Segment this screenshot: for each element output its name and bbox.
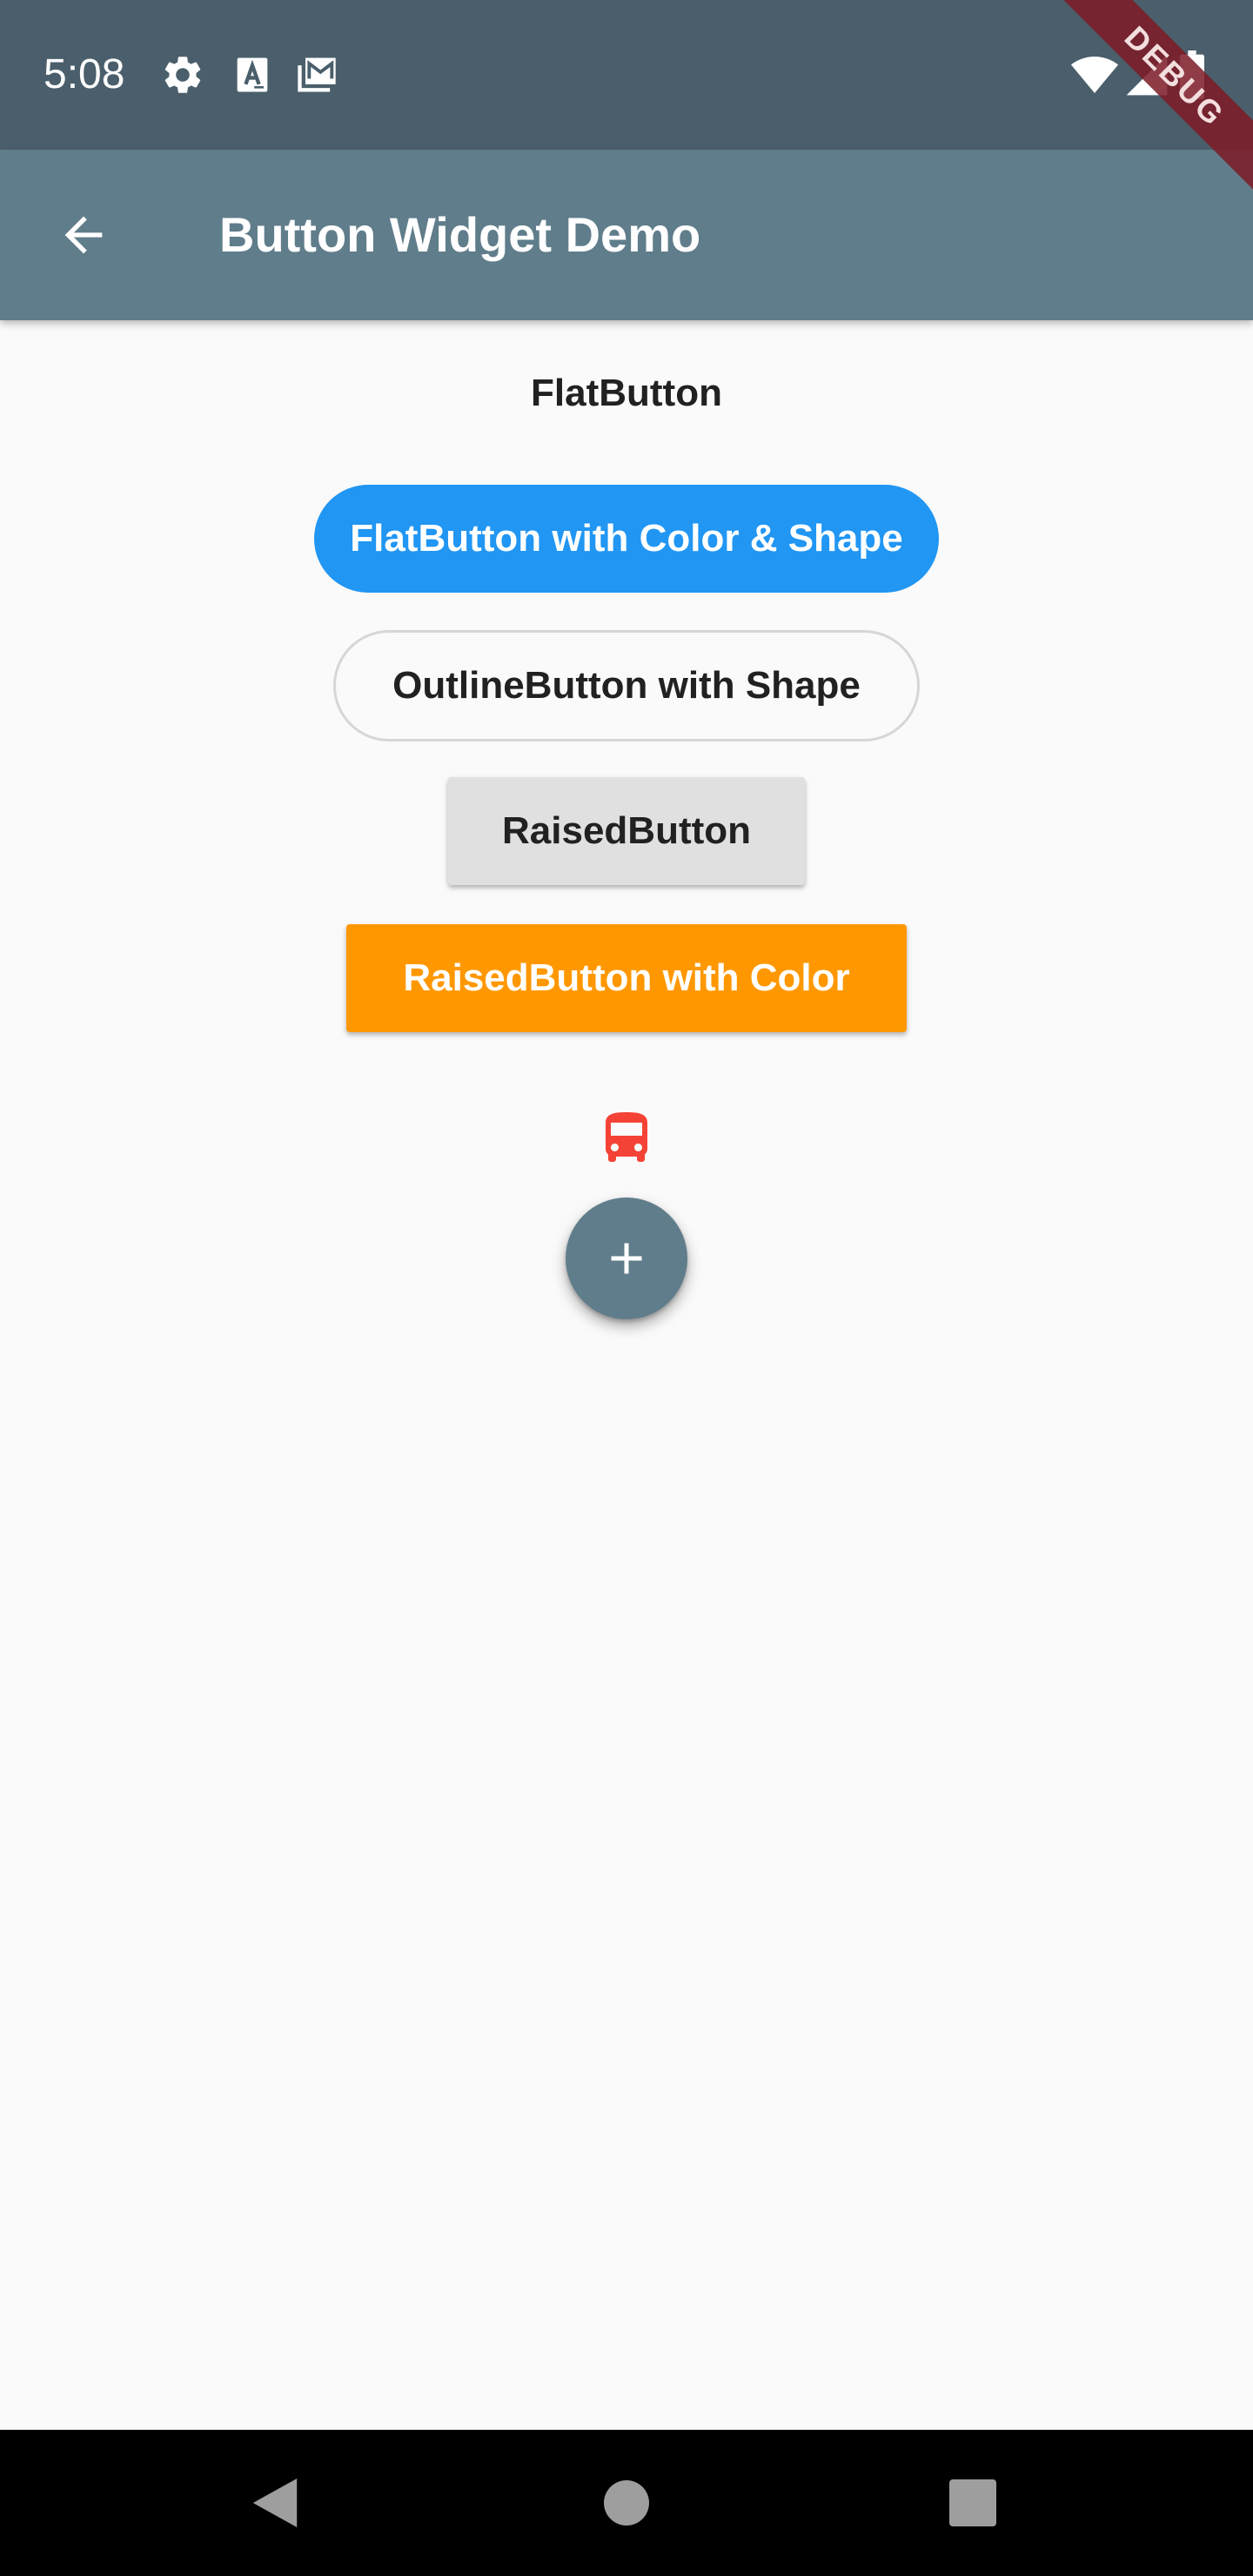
raised-button[interactable]: RaisedButton bbox=[448, 777, 805, 885]
arrow-back-icon bbox=[64, 216, 103, 254]
outline-shape-button[interactable]: OutlineButton with Shape bbox=[333, 630, 920, 741]
directions-bus-icon bbox=[606, 1112, 647, 1162]
system-nav-bar bbox=[0, 2430, 1253, 2576]
outline-shape-button-label: OutlineButton with Shape bbox=[392, 664, 861, 707]
app-bar: Button Widget Demo bbox=[0, 150, 1253, 320]
flat-color-shape-button-label: FlatButton with Color & Shape bbox=[350, 517, 903, 560]
status-bar: 5:08 bbox=[0, 0, 1253, 150]
raised-color-button[interactable]: RaisedButton with Color bbox=[346, 924, 907, 1032]
flat-button[interactable]: FlatButton bbox=[522, 367, 731, 419]
back-button[interactable] bbox=[40, 191, 127, 278]
page-title: Button Widget Demo bbox=[219, 207, 701, 262]
flat-color-shape-button[interactable]: FlatButton with Color & Shape bbox=[314, 485, 939, 593]
text-a-icon bbox=[230, 52, 275, 97]
nav-recents-button[interactable] bbox=[929, 2459, 1016, 2546]
bus-icon-button[interactable] bbox=[574, 1086, 679, 1191]
home-circle-icon bbox=[604, 2480, 649, 2526]
add-fab-button[interactable] bbox=[566, 1197, 687, 1319]
main-content: FlatButton FlatButton with Color & Shape… bbox=[0, 320, 1253, 2430]
raised-color-button-label: RaisedButton with Color bbox=[403, 956, 850, 999]
wifi-icon bbox=[1069, 50, 1121, 99]
status-time: 5:08 bbox=[44, 51, 125, 97]
raised-button-label: RaisedButton bbox=[502, 809, 751, 852]
nav-home-button[interactable] bbox=[583, 2459, 670, 2546]
nav-back-button[interactable] bbox=[231, 2459, 318, 2546]
add-icon bbox=[611, 1243, 642, 1274]
gmail-icon bbox=[294, 52, 339, 97]
settings-gear-icon bbox=[160, 52, 205, 97]
back-triangle-icon bbox=[252, 2479, 298, 2527]
recents-square-icon bbox=[949, 2479, 996, 2526]
